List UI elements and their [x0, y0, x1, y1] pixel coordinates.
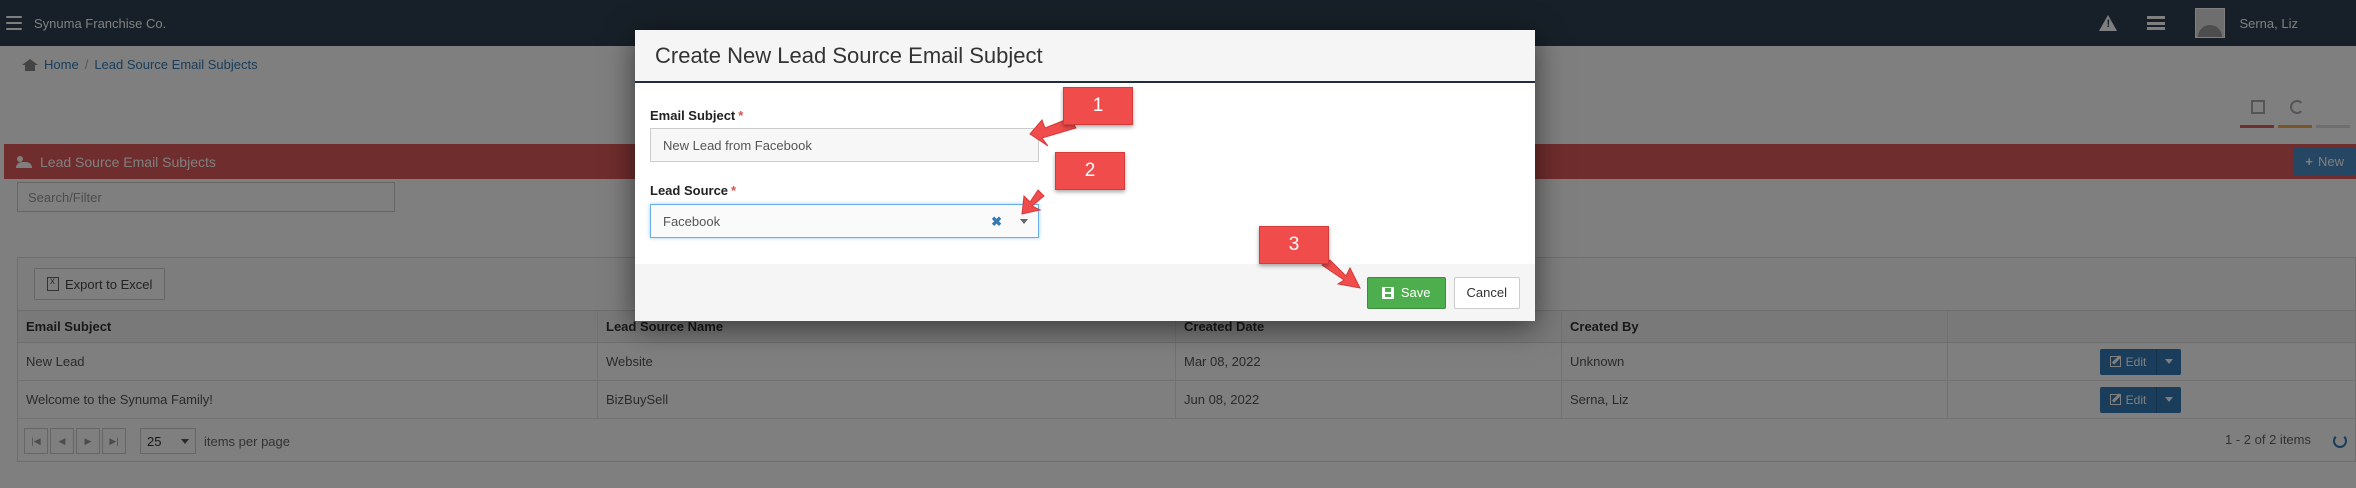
callout-1: 1 [1063, 87, 1133, 125]
callout-arrow-3 [1321, 259, 1361, 289]
callout-arrows [1021, 117, 1361, 289]
callout-arrow-2 [1021, 189, 1045, 215]
callout-2: 2 [1055, 152, 1125, 190]
callout-3: 3 [1259, 226, 1329, 264]
